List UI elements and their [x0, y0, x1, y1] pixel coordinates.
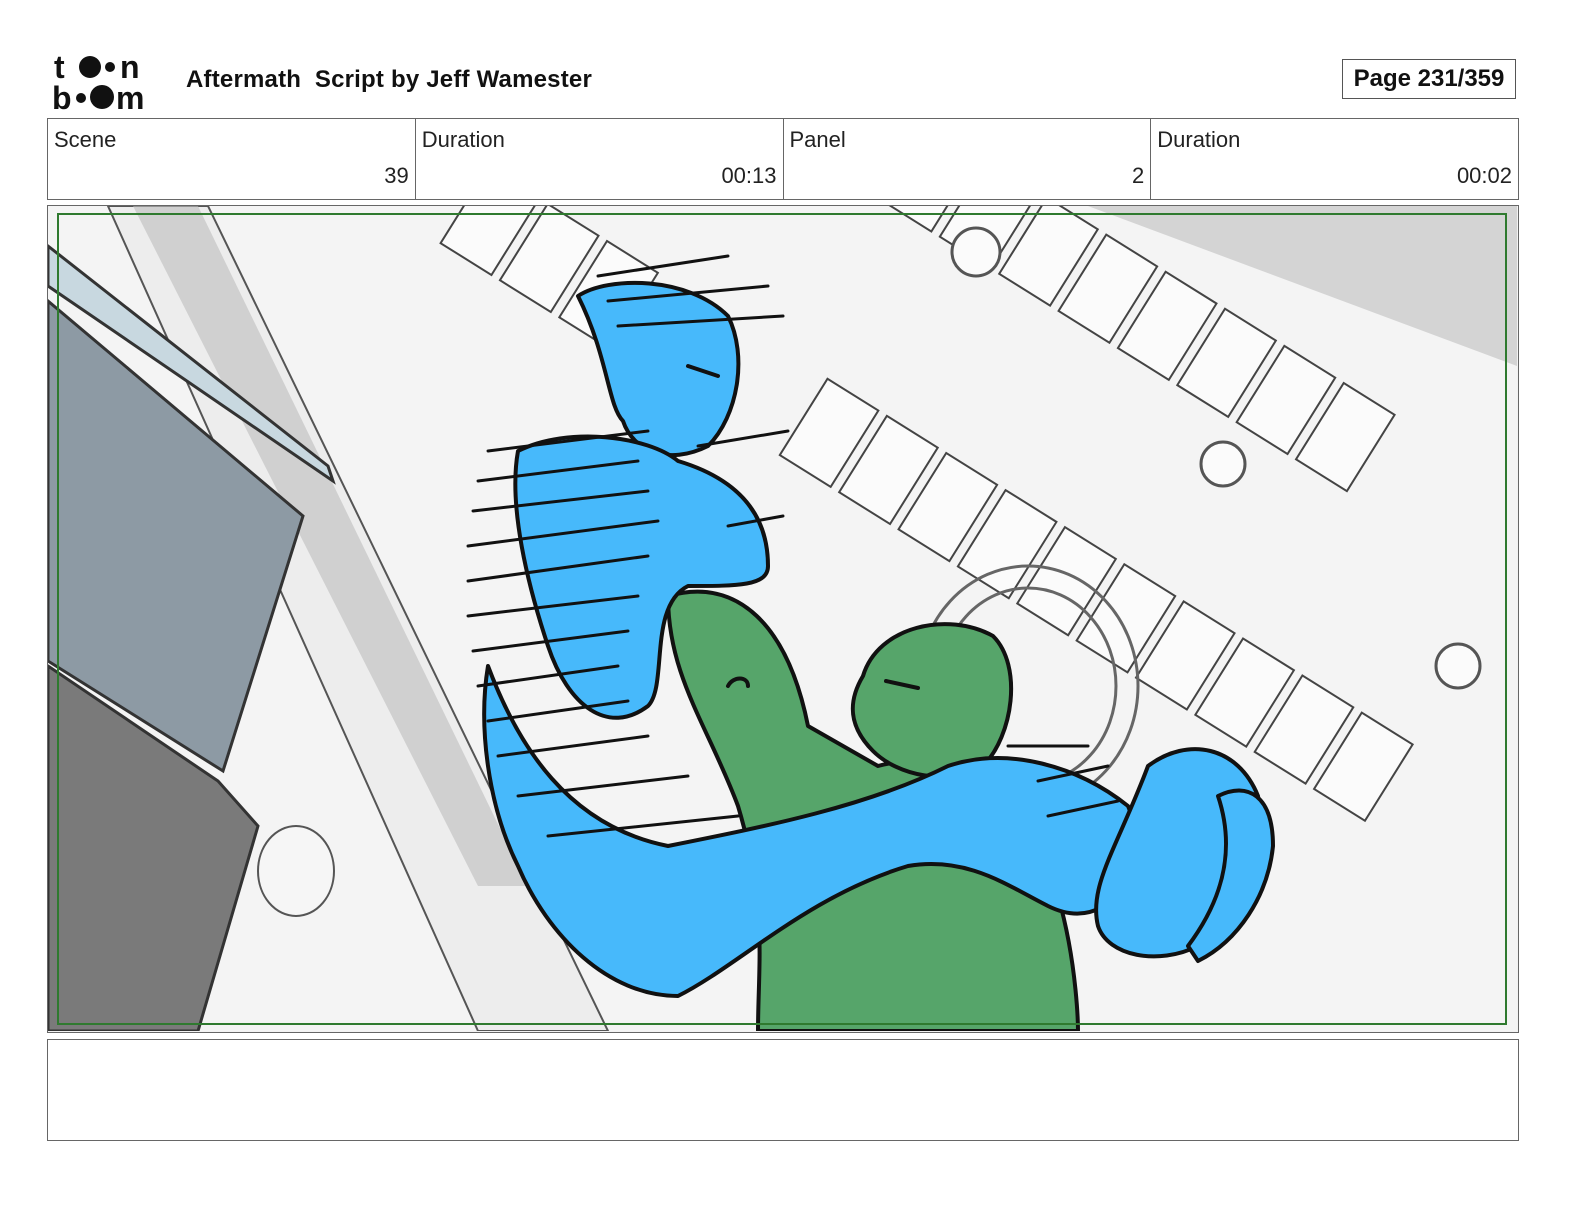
panel-info-row: Scene 39 Duration 00:13 Panel 2 Duration…: [47, 118, 1519, 200]
panel-duration-label: Duration: [1157, 127, 1241, 152]
svg-text:m: m: [116, 80, 144, 112]
panel-label: Panel: [789, 127, 846, 152]
storyboard-panel: [47, 205, 1519, 1033]
panel-notes-box: [47, 1039, 1519, 1141]
svg-text:b: b: [52, 80, 72, 112]
panel-cell: Panel 2: [784, 119, 1152, 199]
scene-value: 39: [384, 163, 409, 188]
panel-value: 2: [1132, 163, 1145, 188]
scene-cell: Scene 39: [48, 119, 416, 199]
scene-label: Scene: [54, 127, 117, 152]
page-counter: Page 231/359: [1342, 59, 1516, 99]
scene-duration-cell: Duration 00:13: [416, 119, 784, 199]
toon-boom-logo: t n b m: [52, 49, 164, 116]
storyboard-drawing: [48, 206, 1517, 1031]
scene-duration-label: Duration: [421, 127, 505, 152]
panel-duration-cell: Duration 00:02: [1151, 119, 1518, 199]
scene-duration-value: 00:13: [721, 163, 777, 188]
panel-duration-value: 00:02: [1456, 163, 1512, 188]
document-title: Aftermath Script by Jeff Wamester: [186, 66, 593, 93]
